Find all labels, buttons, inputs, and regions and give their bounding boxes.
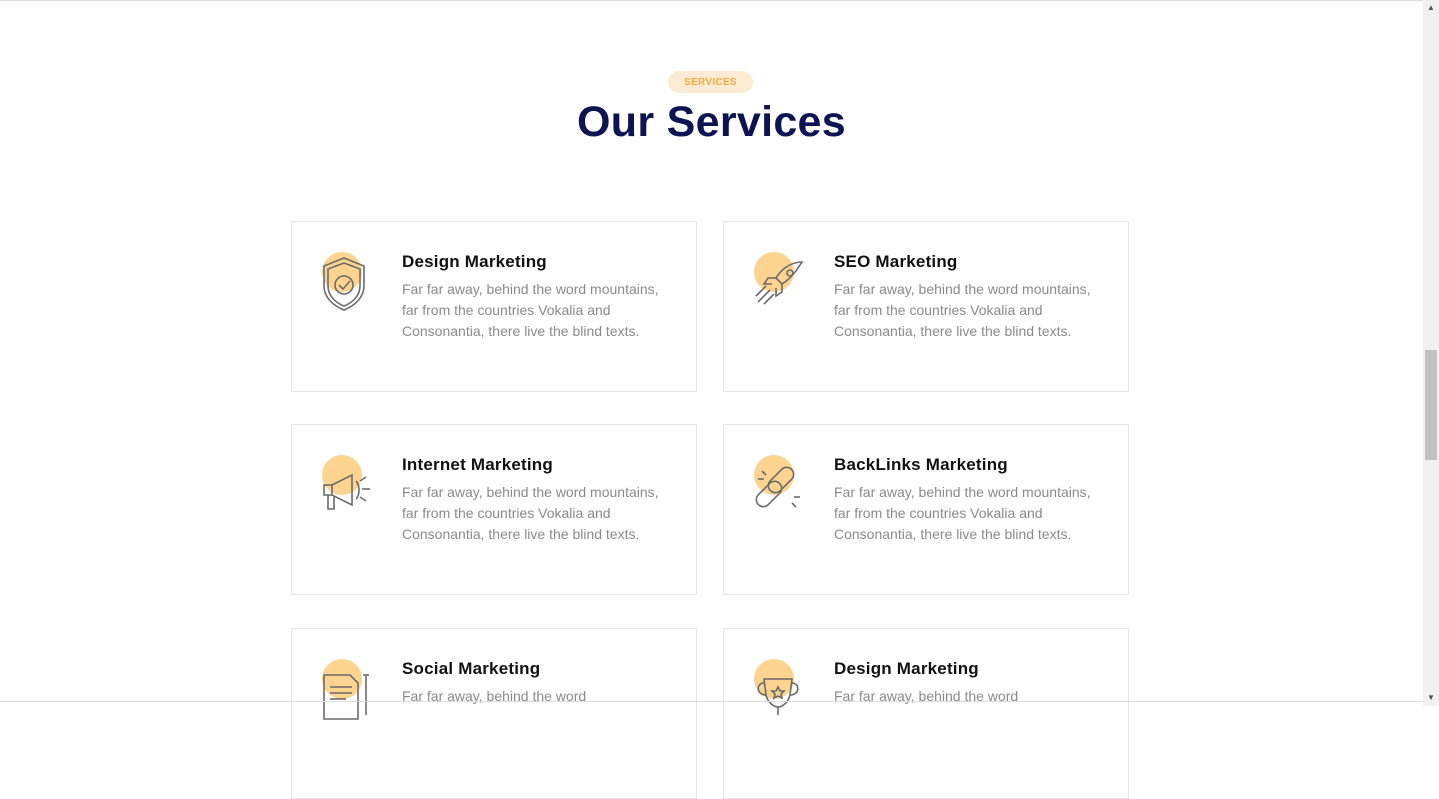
service-title: Design Marketing	[402, 252, 547, 271]
megaphone-icon	[320, 451, 376, 517]
service-card-seo-marketing[interactable]: SEO Marketing Far far away, behind the w…	[723, 221, 1129, 392]
service-title: BackLinks Marketing	[834, 455, 1008, 474]
service-card-backlinks-marketing[interactable]: BackLinks Marketing Far far away, behind…	[723, 424, 1129, 595]
service-description: Far far away, behind the word	[834, 688, 1019, 704]
service-description: Far far away, behind the word mountains,…	[834, 484, 1091, 542]
vertical-scrollbar[interactable]: ▲ ▼	[1423, 0, 1439, 706]
service-title: Design Marketing	[834, 659, 979, 678]
service-title: SEO Marketing	[834, 252, 958, 271]
scroll-down-arrow-icon[interactable]: ▼	[1423, 690, 1439, 706]
service-card-social-marketing[interactable]: Social Marketing Far far away, behind th…	[291, 628, 697, 799]
service-card-design-marketing-2[interactable]: Design Marketing Far far away, behind th…	[723, 628, 1129, 799]
trophy-icon	[752, 655, 808, 721]
top-border	[0, 0, 1423, 1]
rocket-icon	[752, 248, 808, 314]
chain-link-icon	[752, 451, 808, 517]
service-description: Far far away, behind the word mountains,…	[402, 281, 659, 339]
service-card-internet-marketing[interactable]: Internet Marketing Far far away, behind …	[291, 424, 697, 595]
section-title: Our Services	[577, 98, 846, 146]
section-badge: SERVICES	[668, 71, 753, 93]
scroll-up-arrow-icon[interactable]: ▲	[1423, 0, 1439, 16]
bottom-border	[0, 701, 1423, 702]
service-card-design-marketing[interactable]: Design Marketing Far far away, behind th…	[291, 221, 697, 392]
scrollbar-thumb[interactable]	[1425, 350, 1437, 460]
document-pen-icon	[320, 655, 376, 721]
service-description: Far far away, behind the word mountains,…	[834, 281, 1091, 339]
service-description: Far far away, behind the word mountains,…	[402, 484, 659, 542]
shield-check-icon	[320, 248, 376, 314]
service-title: Internet Marketing	[402, 455, 553, 474]
service-description: Far far away, behind the word	[402, 688, 587, 704]
service-title: Social Marketing	[402, 659, 541, 678]
